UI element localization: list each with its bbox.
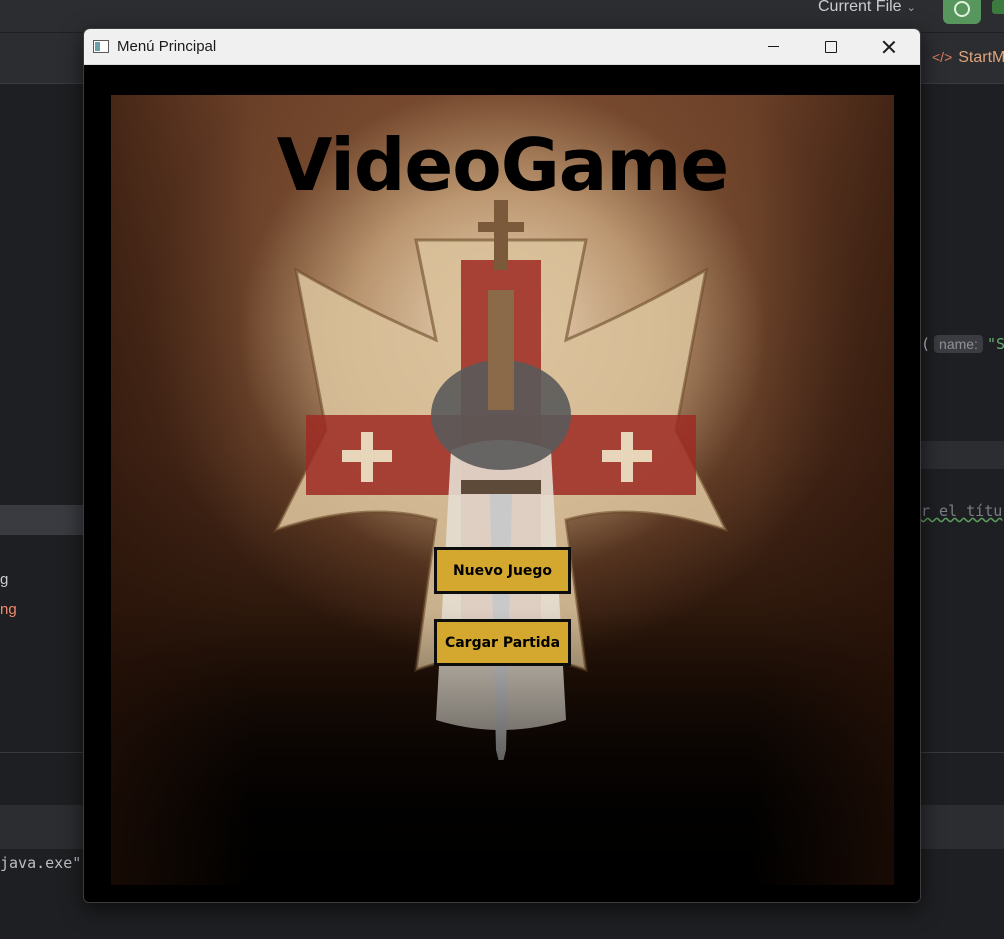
editor-tab-label: StartM (958, 49, 1004, 66)
panel-divider (921, 752, 1004, 753)
game-title: VideoGame (276, 123, 730, 207)
project-tree-item[interactable]: ng (0, 601, 17, 618)
app-window-icon (93, 40, 109, 53)
maximize-icon (825, 40, 837, 53)
editor-tab[interactable]: </> StartM (932, 49, 1004, 67)
load-game-button[interactable]: Cargar Partida (434, 619, 571, 666)
maximize-button[interactable] (802, 29, 860, 64)
current-line-highlight (921, 441, 1004, 469)
project-tree-item[interactable]: g (0, 571, 8, 588)
editor-panel (921, 33, 1004, 939)
run-configuration-label: Current File (818, 0, 902, 15)
run-configuration-selector[interactable]: Current File ⌄ (818, 0, 916, 16)
new-game-button[interactable]: Nuevo Juego (434, 547, 571, 594)
artwork-vignette (111, 95, 894, 885)
minimize-button[interactable] (744, 29, 802, 64)
close-icon (882, 40, 896, 54)
editor-bottom-strip (921, 805, 1004, 849)
string-literal: "S (986, 335, 1004, 353)
parameter-hint: name: (934, 335, 983, 353)
console-output: java.exe" (0, 854, 82, 872)
project-tree-selected-row[interactable] (0, 505, 83, 535)
close-button[interactable] (860, 29, 918, 64)
project-panel (0, 33, 83, 939)
run-icon (954, 1, 970, 17)
run-button[interactable] (943, 0, 981, 24)
chevron-down-icon: ⌄ (906, 2, 916, 14)
project-panel-header (0, 33, 83, 84)
debug-icon[interactable] (992, 0, 1004, 14)
panel-divider (0, 752, 83, 753)
code-comment-text: r el títu (921, 502, 1003, 520)
window-titlebar[interactable]: Menú Principal (84, 29, 920, 65)
code-line: (name: "S (921, 335, 1004, 353)
code-file-icon: </> (932, 49, 953, 65)
game-content-area: VideoGame Nuevo Juego Cargar Partida (84, 65, 920, 902)
templar-cross-sword-artwork: VideoGame Nuevo Juego Cargar Partida (111, 95, 894, 885)
minimize-icon (767, 46, 779, 47)
code-comment: r el títu (921, 502, 1002, 520)
run-panel-header (0, 805, 83, 849)
main-menu-window: Menú Principal VideoGame Nuevo Juego Car… (83, 28, 921, 903)
window-title: Menú Principal (117, 38, 217, 55)
